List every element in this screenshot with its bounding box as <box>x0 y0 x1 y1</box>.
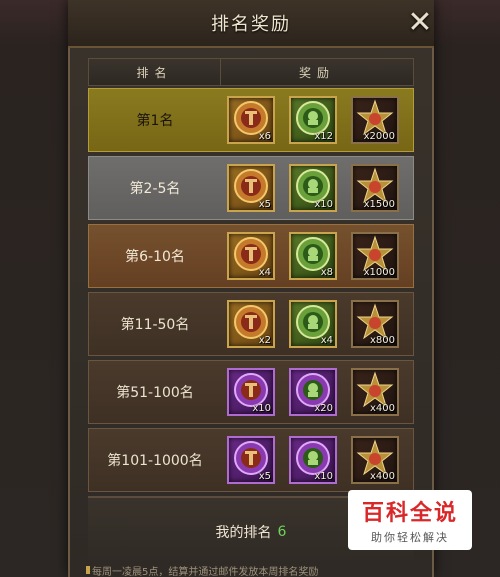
table-header: 排名 奖励 <box>88 58 414 86</box>
reward-item[interactable]: x20 <box>289 368 337 416</box>
reward-item[interactable]: x10 <box>227 368 275 416</box>
reward-item[interactable]: x4 <box>289 300 337 348</box>
header-reward: 奖励 <box>298 65 335 80</box>
reward-item[interactable]: x5 <box>227 164 275 212</box>
reward-item[interactable]: x800 <box>351 300 399 348</box>
reward-quantity: x2 <box>258 335 271 346</box>
rank-label: 第1名 <box>136 113 174 129</box>
reward-quantity: x800 <box>369 335 395 346</box>
reward-quantity: x400 <box>369 471 395 482</box>
reward-quantity: x4 <box>258 267 271 278</box>
close-icon: ✕ <box>407 4 433 40</box>
reward-quantity: x1500 <box>363 199 395 210</box>
reward-item[interactable]: x5 <box>227 436 275 484</box>
watermark-sub: 助你轻松解决 <box>371 531 449 544</box>
window-title: 排名奖励 <box>211 14 291 35</box>
reward-items: x4 x8 x1000 <box>221 232 399 280</box>
reward-items: x10 x20 x400 <box>221 368 399 416</box>
reward-item[interactable]: x1500 <box>351 164 399 212</box>
reward-items: x5 x10 x1500 <box>221 164 399 212</box>
reward-quantity: x400 <box>369 403 395 414</box>
watermark-logo: 百科全说 助你轻松解决 <box>348 490 472 550</box>
reward-item[interactable]: x6 <box>227 96 275 144</box>
table-row: 第2-5名 x5 x10 x1500 <box>88 156 414 220</box>
reward-item[interactable]: x10 <box>289 164 337 212</box>
reward-quantity: x5 <box>258 471 271 482</box>
reward-items: x2 x4 x800 <box>221 300 399 348</box>
my-rank-value: 6 <box>277 524 287 540</box>
header-rank: 排名 <box>89 59 221 85</box>
reward-item[interactable]: x2 <box>227 300 275 348</box>
table-row: 第6-10名 x4 x8 x1000 <box>88 224 414 288</box>
reward-items: x6 x12 x2000 <box>221 96 399 144</box>
reward-quantity: x10 <box>314 199 333 210</box>
reward-items: x5 x10 x400 <box>221 436 399 484</box>
reward-item[interactable]: x12 <box>289 96 337 144</box>
reward-item[interactable]: x400 <box>351 436 399 484</box>
reward-quantity: x4 <box>320 335 333 346</box>
reward-quantity: x20 <box>314 403 333 414</box>
table-row: 第1名 x6 x12 x2000 <box>88 88 414 152</box>
reward-quantity: x10 <box>314 471 333 482</box>
reward-quantity: x10 <box>252 403 271 414</box>
reward-quantity: x6 <box>258 131 271 142</box>
reward-quantity: x12 <box>314 131 333 142</box>
rank-label: 第11-50名 <box>120 317 190 333</box>
reward-item[interactable]: x400 <box>351 368 399 416</box>
reward-quantity: x5 <box>258 199 271 210</box>
title-bar: 排名奖励 <box>68 0 434 48</box>
reward-item[interactable]: x1000 <box>351 232 399 280</box>
reward-item[interactable]: x10 <box>289 436 337 484</box>
table-row: 第51-100名 x10 x20 x400 <box>88 360 414 424</box>
reward-table: 第1名 x6 x12 x2000 第2-5名 x5 x10 x1500 第6-10名 x4 x8 x1… <box>88 88 414 496</box>
reward-quantity: x8 <box>320 267 333 278</box>
rank-label: 第6-10名 <box>125 249 185 265</box>
my-rank-label: 我的排名 <box>215 525 272 541</box>
table-row: 第101-1000名 x5 x10 x400 <box>88 428 414 492</box>
rank-label: 第51-100名 <box>116 385 194 401</box>
reward-item[interactable]: x8 <box>289 232 337 280</box>
rank-label: 第2-5名 <box>129 181 181 197</box>
table-row: 第11-50名 x2 x4 x800 <box>88 292 414 356</box>
reward-note: 每周一凌晨5点，结算并通过邮件发放本周排名奖励 <box>92 567 319 577</box>
reward-quantity: x1000 <box>363 267 395 278</box>
reward-quantity: x2000 <box>363 131 395 142</box>
watermark-main: 百科全说 <box>361 501 458 526</box>
reward-item[interactable]: x2000 <box>351 96 399 144</box>
note-bullet-icon <box>86 566 90 574</box>
reward-item[interactable]: x4 <box>227 232 275 280</box>
rank-label: 第101-1000名 <box>107 453 203 469</box>
close-button[interactable]: ✕ <box>400 4 440 40</box>
